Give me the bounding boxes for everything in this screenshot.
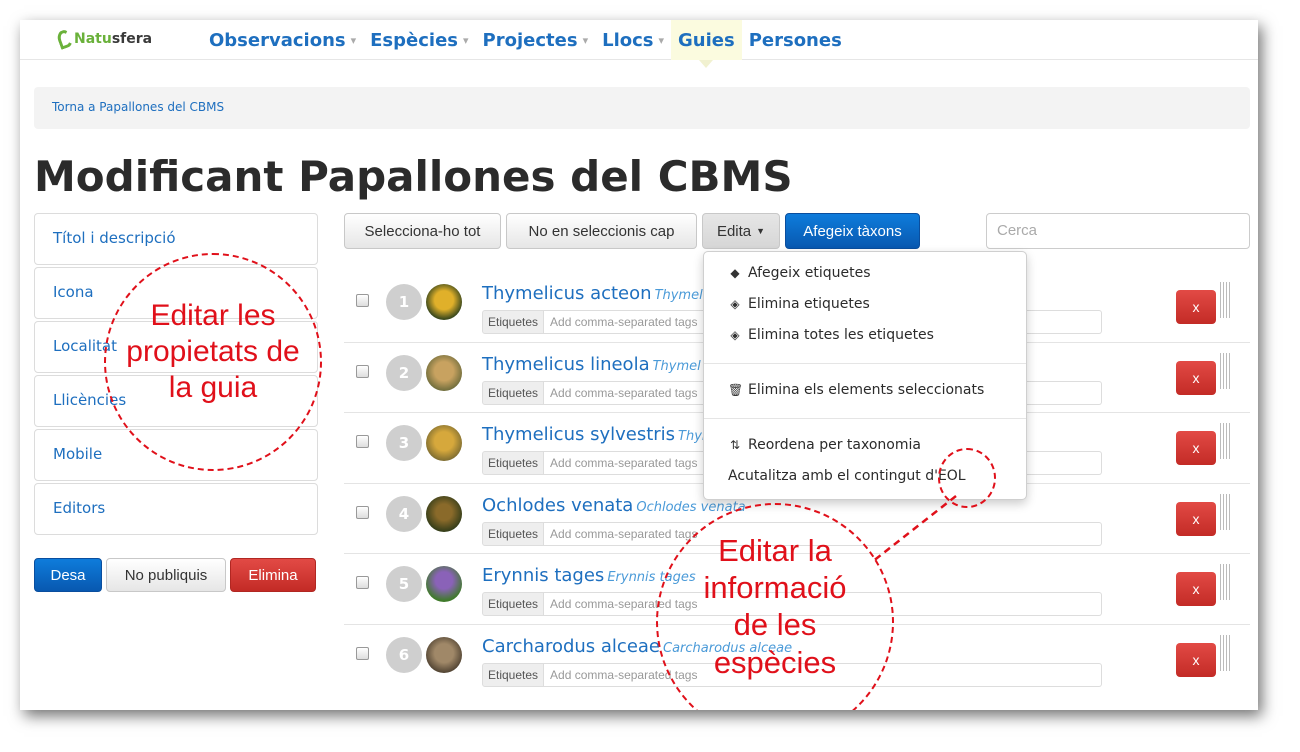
row-checkbox[interactable]: [356, 576, 369, 589]
taxon-thumbnail[interactable]: [426, 566, 462, 602]
menu-item-remove-tags[interactable]: ◈ Elimina etiquetes: [728, 296, 869, 312]
position-badge: 2: [386, 354, 422, 391]
menu-item-delete-selected[interactable]: 🗑 Elimina els elements seleccionats: [728, 382, 984, 398]
tag-remove-all-icon: ◈: [730, 328, 740, 342]
nav-llocs[interactable]: Llocs ▾: [595, 20, 671, 60]
row-checkbox[interactable]: [356, 505, 369, 519]
row-checkbox[interactable]: [356, 294, 369, 307]
remove-taxon-button[interactable]: x: [1176, 572, 1216, 606]
back-link[interactable]: Torna a Papallones del CBMS: [52, 100, 224, 114]
taxon-name[interactable]: Thymelicus sylvestris Thym: [482, 424, 715, 445]
sidebar-item-editors[interactable]: Editors: [34, 483, 318, 535]
taxon-name[interactable]: Thymelicus acteon Thymel: [482, 283, 703, 304]
menu-divider: [704, 418, 1026, 419]
caret-down-icon: ▾: [350, 33, 357, 47]
app-window: Natusfera Observacions ▾ Espècies ▾ Projec…: [20, 20, 1258, 710]
taxon-thumbnail[interactable]: [426, 495, 462, 532]
sort-icon: ⇅: [729, 438, 741, 452]
caret-down-icon: ▾: [658, 33, 665, 47]
drag-handle[interactable]: [1220, 493, 1230, 530]
taxon-thumbnail[interactable]: [426, 636, 462, 673]
menu-item-update-eol[interactable]: Acutalitza amb el contingut d'EOL: [728, 468, 966, 484]
row-checkbox[interactable]: [356, 364, 369, 378]
menu-item-remove-all-tags[interactable]: ◈ Elimina totes les etiquetes: [728, 327, 934, 343]
taxon-name[interactable]: Thymelicus lineola Thymel: [482, 354, 701, 375]
caret-down-icon: ▾: [463, 33, 469, 47]
remove-taxon-button[interactable]: x: [1176, 501, 1216, 536]
caret-down-icon: ▼: [756, 226, 766, 236]
nav-observacions[interactable]: Observacions ▾: [202, 20, 363, 60]
list-toolbar: Selecciona-ho tot No en seleccionis cap …: [344, 213, 920, 249]
remove-taxon-button[interactable]: x: [1176, 290, 1216, 324]
nav-persones[interactable]: Persones: [742, 20, 849, 60]
save-button[interactable]: Desa: [34, 558, 102, 592]
remove-taxon-button[interactable]: x: [1176, 431, 1216, 465]
leaf-icon: [55, 28, 75, 50]
tag-icon: ◆: [730, 266, 740, 280]
nav-guies[interactable]: Guies: [671, 20, 742, 68]
select-none-button[interactable]: No en seleccionis cap: [506, 213, 697, 249]
trash-icon: 🗑: [728, 383, 744, 397]
caret-down-icon: ▾: [582, 33, 589, 47]
add-taxa-button[interactable]: Afegeix tàxons: [785, 213, 920, 249]
unpublish-button[interactable]: No publiquis: [106, 558, 226, 592]
drag-handle[interactable]: [1220, 423, 1230, 459]
search-input[interactable]: Cerca: [986, 213, 1250, 249]
tag-remove-icon: ◈: [730, 297, 740, 311]
drag-handle[interactable]: [1220, 352, 1230, 389]
taxon-thumbnail[interactable]: [426, 354, 462, 391]
select-all-button[interactable]: Selecciona-ho tot: [344, 213, 501, 249]
nav-especies[interactable]: Espècies ▾: [363, 20, 475, 60]
position-badge: 5: [386, 566, 422, 602]
position-badge: 3: [386, 425, 422, 461]
drag-handle[interactable]: [1220, 564, 1230, 600]
drag-handle[interactable]: [1220, 282, 1230, 318]
edit-dropdown-button[interactable]: Edita ▼: [702, 213, 780, 249]
taxon-thumbnail[interactable]: [426, 284, 462, 320]
menu-item-add-tags[interactable]: ◆ Afegeix etiquetes: [728, 265, 870, 281]
top-navbar: Natusfera Observacions ▾ Espècies ▾ Projec…: [20, 20, 1258, 68]
annotation-text-left: Editar les propietats de la guia: [126, 299, 300, 404]
row-checkbox[interactable]: [356, 646, 369, 660]
position-badge: 1: [386, 284, 422, 320]
taxon-thumbnail[interactable]: [426, 425, 462, 461]
row-checkbox[interactable]: [356, 435, 369, 448]
remove-taxon-button[interactable]: x: [1176, 642, 1216, 677]
guide-actions: Desa No publiquis Elimina: [34, 558, 316, 592]
drag-handle[interactable]: [1220, 634, 1230, 671]
annotation-text-right: Editar la informació de les espècies: [703, 533, 847, 680]
position-badge: 4: [386, 495, 422, 532]
breadcrumb: Torna a Papallones del CBMS: [34, 87, 1250, 129]
position-badge: 6: [386, 636, 422, 673]
delete-guide-button[interactable]: Elimina: [230, 558, 316, 592]
menu-item-reorder-taxonomy[interactable]: ⇅ Reordena per taxonomia: [728, 437, 921, 453]
menu-divider: [704, 363, 1026, 364]
nav-projectes[interactable]: Projectes ▾: [476, 20, 596, 60]
main-nav: Observacions ▾ Espècies ▾ Projectes ▾ Llocs…: [202, 20, 849, 68]
sidebar-item-titol[interactable]: Títol i descripció: [34, 213, 318, 265]
natusfera-logo[interactable]: Natusfera: [55, 26, 153, 52]
remove-taxon-button[interactable]: x: [1176, 360, 1216, 395]
page-title: Modificant Papallones del CBMS: [34, 152, 793, 201]
logo-text: Natusfera: [74, 31, 153, 47]
